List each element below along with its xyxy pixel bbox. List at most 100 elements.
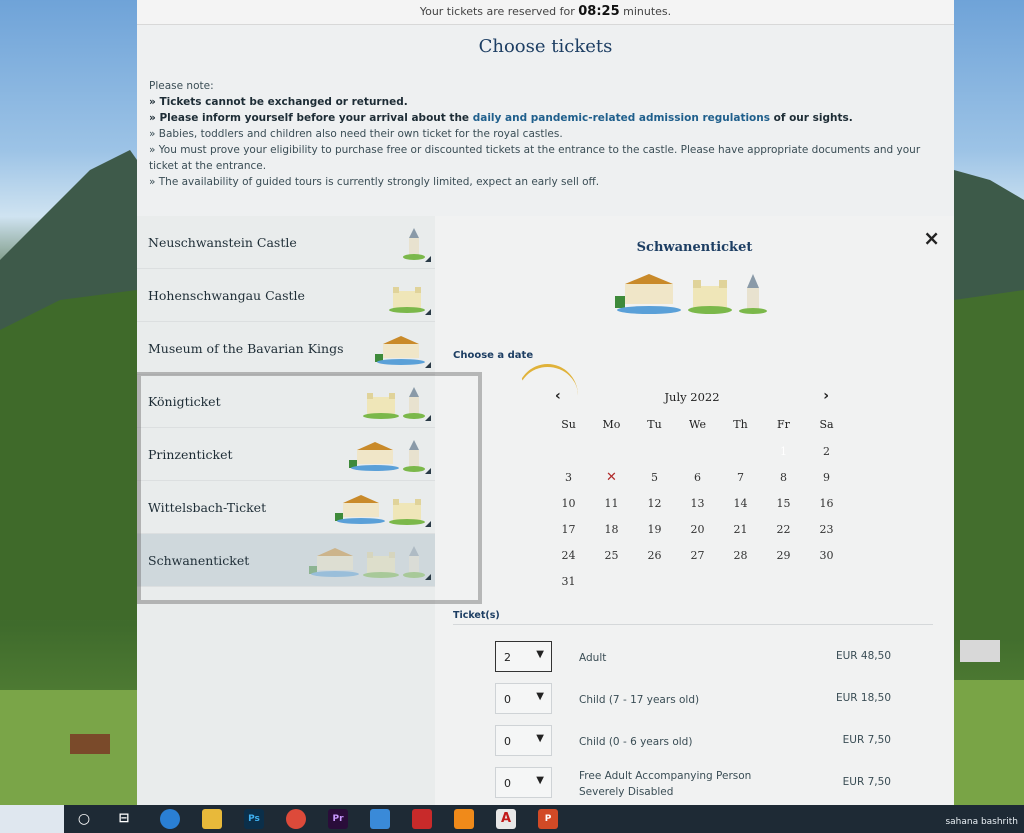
calendar-day[interactable]: 3 — [547, 466, 590, 492]
castle-neuschwanstein-icon — [739, 274, 767, 314]
calendar-day[interactable]: 6 — [676, 466, 719, 492]
calendar-day[interactable]: 19 — [633, 518, 676, 544]
calendar-day[interactable]: 24 — [547, 544, 590, 570]
vlc-icon[interactable] — [454, 809, 474, 829]
calendar-day-number: 31 — [561, 575, 576, 588]
calendar-day[interactable]: 29 — [762, 544, 805, 570]
task-view-icon[interactable]: ⊟ — [114, 809, 134, 829]
expand-corner-icon — [425, 415, 431, 421]
weekday-label: Su — [561, 418, 576, 431]
calendar-day[interactable]: 20 — [676, 518, 719, 544]
calendar-day-number: 13 — [690, 497, 705, 510]
menu-item-label: Königticket — [148, 394, 221, 409]
expand-corner-icon — [425, 362, 431, 368]
next-month-icon[interactable]: › — [823, 388, 829, 404]
acrobat-icon[interactable]: A — [496, 809, 516, 829]
calendar-empty-cell — [719, 440, 762, 466]
chrome-icon[interactable] — [286, 809, 306, 829]
calendar-day-number: 18 — [604, 523, 619, 536]
calendar-empty-cell — [590, 440, 633, 466]
calendar-day[interactable]: 26 — [633, 544, 676, 570]
calendar-day-number: 9 — [823, 471, 830, 484]
calendar-day-number: 12 — [647, 497, 662, 510]
calendar-day[interactable]: 8 — [762, 466, 805, 492]
menu-item-label: Prinzenticket — [148, 447, 233, 462]
weekday-label: Mo — [602, 418, 621, 431]
calendar-day-number: 3 — [565, 471, 572, 484]
calendar-day[interactable]: 11 — [590, 492, 633, 518]
quantity-select[interactable]: 0 ▼ — [495, 767, 552, 798]
search-icon[interactable]: ○ — [74, 809, 94, 829]
museum-icon — [335, 495, 385, 524]
weekday-label: Th — [733, 418, 748, 431]
quantity-select[interactable]: 0 ▼ — [495, 725, 552, 756]
ticket-name: Free Adult Accompanying Person Severely … — [579, 770, 752, 798]
weekday-label: Fr — [777, 418, 790, 431]
quantity-value: 2 — [504, 651, 511, 664]
calendar-day-number: 16 — [819, 497, 834, 510]
calendar-day-unavailable-icon: ✕ — [606, 470, 617, 485]
calendar-day[interactable]: 5 — [633, 466, 676, 492]
powerpoint-icon[interactable]: P — [538, 809, 558, 829]
museum-icon — [309, 548, 359, 577]
calendar-day[interactable]: 17 — [547, 518, 590, 544]
expand-corner-icon — [425, 521, 431, 527]
menu-item-prinzenticket[interactable]: Prinzenticket — [137, 428, 435, 481]
menu-item-label: Hohenschwangau Castle — [148, 288, 305, 303]
calendar-day-number: 25 — [604, 549, 619, 562]
menu-item-museum[interactable]: Museum of the Bavarian Kings — [137, 322, 435, 375]
calendar-day[interactable]: 23 — [805, 518, 848, 544]
calendar-day[interactable]: 13 — [676, 492, 719, 518]
taskbar-preview-thumbnail[interactable] — [0, 805, 64, 833]
calendar-day-number: 6 — [694, 471, 701, 484]
calendar-weekdays: Su Mo Tu We Th Fr Sa — [547, 418, 837, 431]
calendar-day[interactable]: 21 — [719, 518, 762, 544]
calendar-day[interactable]: 25 — [590, 544, 633, 570]
quantity-select[interactable]: 2 ▼ — [495, 641, 552, 672]
calendar-day-number: 28 — [733, 549, 748, 562]
photoshop-icon[interactable]: Ps — [244, 809, 264, 829]
castle-hohenschwangau-icon — [389, 287, 425, 313]
app-red-icon[interactable] — [412, 809, 432, 829]
notes-intro: Please note: — [149, 80, 214, 92]
note-regulations: » Please inform yourself before your arr… — [149, 110, 944, 126]
calendar-day[interactable]: 7 — [719, 466, 762, 492]
menu-item-koenigticket[interactable]: Königticket — [137, 375, 435, 428]
menu-item-wittelsbach[interactable]: Wittelsbach-Ticket — [137, 481, 435, 534]
calendar-day[interactable]: 30 — [805, 544, 848, 570]
calendar-header: ‹ July 2022 › — [547, 388, 837, 408]
calendar-day[interactable]: 2 — [805, 440, 848, 466]
calendar-day[interactable]: 27 — [676, 544, 719, 570]
regulations-link[interactable]: daily and pandemic-related admission reg… — [473, 112, 770, 124]
calendar-day[interactable]: 14 — [719, 492, 762, 518]
taskbar: ○ ⊟ Ps Pr A P sahana bashrith — [0, 805, 1024, 833]
ticket-price: EUR 7,50 — [842, 734, 891, 746]
menu-item-neuschwanstein[interactable]: Neuschwanstein Castle — [137, 216, 435, 269]
calendar-day[interactable]: 9 — [805, 466, 848, 492]
quantity-select[interactable]: 0 ▼ — [495, 683, 552, 714]
calendar-day[interactable]: 15 — [762, 492, 805, 518]
calendar-day-number: 5 — [651, 471, 658, 484]
calendar-day[interactable]: 28 — [719, 544, 762, 570]
menu-item-hohenschwangau[interactable]: Hohenschwangau Castle — [137, 269, 435, 322]
photos-icon[interactable] — [370, 809, 390, 829]
menu-item-schwanenticket[interactable]: Schwanenticket — [137, 534, 435, 587]
calendar-day[interactable]: 18 — [590, 518, 633, 544]
calendar-day[interactable]: 31 — [547, 570, 590, 596]
edge-icon[interactable] — [160, 809, 180, 829]
premiere-icon[interactable]: Pr — [328, 809, 348, 829]
menu-item-label: Museum of the Bavarian Kings — [148, 341, 344, 356]
calendar-day[interactable]: 10 — [547, 492, 590, 518]
calendar-day[interactable]: 22 — [762, 518, 805, 544]
note-eligibility: » You must prove your eligibility to pur… — [149, 144, 921, 172]
calendar-day-number: 15 — [776, 497, 791, 510]
ticket-price: EUR 18,50 — [835, 692, 891, 704]
calendar-day[interactable]: 16 — [805, 492, 848, 518]
note-regulations-end: of our sights. — [773, 112, 853, 124]
calendar-day[interactable]: 1 — [762, 440, 805, 466]
calendar-month: July 2022 — [664, 390, 720, 404]
file-explorer-icon[interactable] — [202, 809, 222, 829]
ticket-price: EUR 48,50 — [835, 650, 891, 662]
calendar-day[interactable]: 12 — [633, 492, 676, 518]
menu-item-label: Neuschwanstein Castle — [148, 235, 297, 250]
